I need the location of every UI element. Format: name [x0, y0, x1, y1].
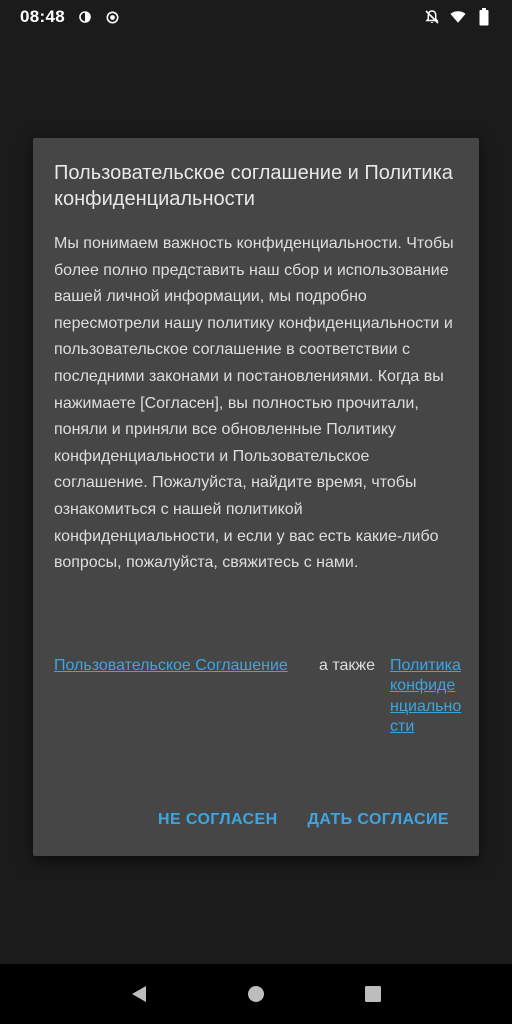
home-icon[interactable]: [242, 980, 270, 1008]
status-left: 08:48: [20, 7, 121, 27]
dialog-body: Мы понимаем важность конфиденциальности.…: [54, 235, 454, 572]
navigation-bar: [0, 964, 512, 1024]
dialog-title: Пользовательское соглашение и Политика к…: [54, 162, 453, 210]
privacy-policy-link[interactable]: Политика конфиденциальности: [390, 656, 462, 738]
user-agreement-link[interactable]: Пользовательское Соглашение: [54, 656, 288, 676]
status-right: [424, 8, 492, 26]
record-icon: [105, 9, 121, 25]
links-connector-text: а также: [319, 657, 375, 674]
wifi-icon: [450, 9, 466, 25]
recents-icon[interactable]: [359, 980, 387, 1008]
status-time: 08:48: [20, 7, 65, 26]
dialog-actions: НЕ СОГЛАСЕН ДАТЬ СОГЛАСИЕ: [158, 806, 449, 834]
consent-dialog: Пользовательское соглашение и Политика к…: [33, 138, 479, 856]
back-icon[interactable]: [125, 980, 153, 1008]
data-saver-icon: [77, 9, 93, 25]
status-bar: 08:48: [0, 0, 512, 34]
disagree-button[interactable]: НЕ СОГЛАСЕН: [158, 811, 278, 829]
battery-icon: [476, 8, 492, 26]
screen: 08:48 Пользовательское соглашение и Поли…: [0, 0, 512, 1024]
notifications-off-icon: [424, 9, 440, 25]
agree-button[interactable]: ДАТЬ СОГЛАСИЕ: [308, 811, 449, 829]
links-row: Пользовательское Соглашение а также Поли…: [54, 654, 464, 764]
